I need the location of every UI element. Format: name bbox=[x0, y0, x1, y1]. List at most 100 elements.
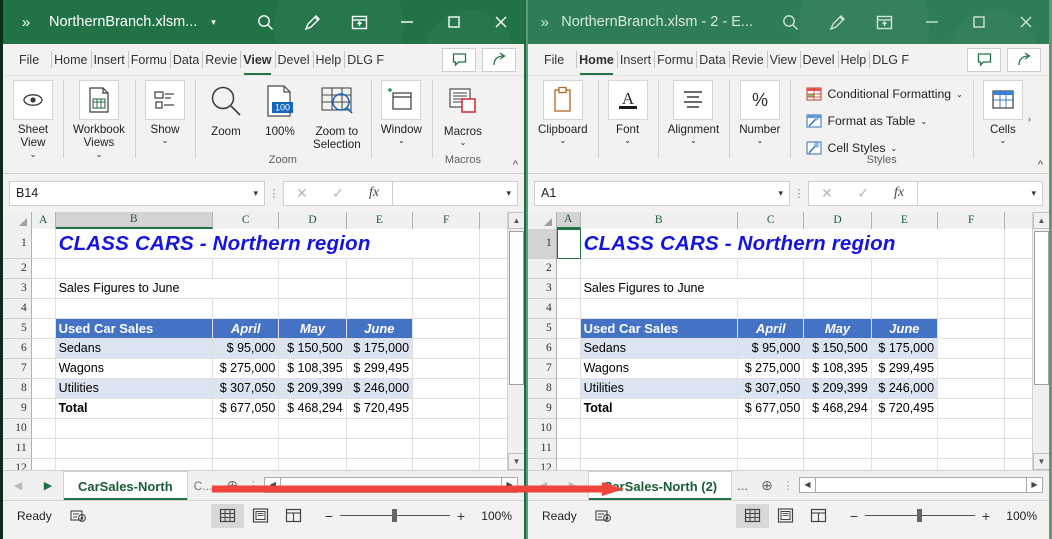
cell-F2[interactable] bbox=[413, 259, 480, 279]
cell-A5[interactable] bbox=[557, 319, 581, 339]
cell-F1[interactable] bbox=[413, 229, 480, 259]
cell-C8[interactable]: $ 307,050 bbox=[738, 379, 804, 399]
cell-C12[interactable] bbox=[738, 459, 804, 470]
cell-F6[interactable] bbox=[938, 339, 1005, 359]
row-header-5[interactable]: 5 bbox=[528, 319, 557, 339]
cell-B4[interactable] bbox=[56, 299, 213, 319]
cell-D2[interactable] bbox=[279, 259, 346, 279]
hscroll-left-icon[interactable]: ◀ bbox=[264, 477, 281, 493]
cell-F3[interactable] bbox=[938, 279, 1005, 299]
ribbon-tab-help[interactable]: Help bbox=[838, 44, 870, 75]
column-header-B[interactable]: B bbox=[56, 212, 213, 229]
share-icon[interactable] bbox=[1007, 48, 1041, 72]
cell-A11[interactable] bbox=[32, 439, 56, 459]
row-header-4[interactable]: 4 bbox=[3, 299, 32, 319]
page-break-preview-icon[interactable] bbox=[802, 504, 835, 528]
cell-D6[interactable]: $ 150,500 bbox=[804, 339, 871, 359]
sheet-next-icon[interactable]: ▶ bbox=[569, 479, 577, 492]
cell-F3[interactable] bbox=[413, 279, 480, 299]
ribbon-button-zoom-to-selection[interactable]: Zoom to Selection bbox=[307, 76, 367, 153]
sheet-prev-icon[interactable]: ◀ bbox=[14, 479, 22, 492]
cell-E2[interactable] bbox=[347, 259, 413, 279]
cell-C8[interactable]: $ 307,050 bbox=[213, 379, 279, 399]
hscroll-right-icon[interactable]: ▶ bbox=[501, 477, 518, 493]
select-all-corner[interactable] bbox=[528, 212, 557, 229]
close-icon[interactable] bbox=[1002, 0, 1049, 44]
hscroll-left-icon[interactable]: ◀ bbox=[799, 477, 816, 493]
sheet-nav-arrows[interactable]: ◀ ▶ bbox=[3, 471, 63, 500]
sheet-tab-carsales-north[interactable]: CarSales-North bbox=[63, 471, 188, 500]
cell-C3[interactable] bbox=[738, 279, 804, 299]
close-icon[interactable] bbox=[477, 0, 524, 44]
cell-C2[interactable] bbox=[213, 259, 279, 279]
chevron-down-icon[interactable]: ⌄ bbox=[891, 144, 898, 153]
ribbon-button-clipboard[interactable]: Clipboard ⌄ bbox=[532, 76, 594, 145]
vertical-scroll-thumb[interactable] bbox=[1034, 231, 1049, 385]
cell-C5[interactable]: April bbox=[213, 319, 279, 339]
cell-E3[interactable] bbox=[872, 279, 938, 299]
column-header-E[interactable]: E bbox=[347, 212, 413, 229]
cell-E5[interactable]: June bbox=[347, 319, 413, 339]
cell-D9[interactable]: $ 468,294 bbox=[804, 399, 871, 419]
ribbon-button-number[interactable]: % Number ⌄ bbox=[733, 76, 786, 145]
cell-E11[interactable] bbox=[347, 439, 413, 459]
chevron-down-icon[interactable]: ⌄ bbox=[690, 137, 697, 145]
ribbon-button-zoom[interactable]: Zoom bbox=[199, 76, 253, 139]
cell-E7[interactable]: $ 299,495 bbox=[347, 359, 413, 379]
cell-C6[interactable]: $ 95,000 bbox=[213, 339, 279, 359]
zoom-thumb[interactable] bbox=[917, 509, 922, 522]
maximize-icon[interactable] bbox=[955, 0, 1002, 44]
chevron-down-icon[interactable]: ⌄ bbox=[96, 151, 103, 159]
ribbon-button-100[interactable]: 100 100% bbox=[253, 76, 307, 139]
tab-split-handle[interactable]: ⋮ bbox=[246, 471, 260, 500]
row-header-12[interactable]: 12 bbox=[528, 459, 557, 470]
cell-A7[interactable] bbox=[557, 359, 581, 379]
page-layout-icon[interactable] bbox=[769, 504, 802, 528]
cell-E10[interactable] bbox=[872, 419, 938, 439]
cell-D12[interactable] bbox=[804, 459, 871, 470]
cell-F11[interactable] bbox=[938, 439, 1005, 459]
sheet-tab-overflow[interactable]: ... bbox=[732, 471, 753, 500]
chevron-down-icon[interactable]: ⌄ bbox=[162, 137, 169, 145]
cell-D10[interactable] bbox=[804, 419, 871, 439]
hscroll-track[interactable] bbox=[816, 477, 1026, 493]
sheet-nav-arrows[interactable]: ◀ ▶ bbox=[528, 471, 588, 500]
chevron-down-icon[interactable]: ⌄ bbox=[460, 139, 467, 147]
cell-F10[interactable] bbox=[938, 419, 1005, 439]
chevron-down-icon[interactable]: ⌄ bbox=[624, 137, 631, 145]
horizontal-scrollbar[interactable]: ◀ ▶ bbox=[795, 471, 1049, 500]
cell-A8[interactable] bbox=[557, 379, 581, 399]
cell-C4[interactable] bbox=[738, 299, 804, 319]
chevron-down-icon[interactable]: ⌄ bbox=[756, 137, 763, 145]
cell-D9[interactable]: $ 468,294 bbox=[279, 399, 346, 419]
ribbon-tab-insert[interactable]: Insert bbox=[91, 44, 128, 75]
cell-D5[interactable]: May bbox=[279, 319, 346, 339]
cell-E8[interactable]: $ 246,000 bbox=[347, 379, 413, 399]
expand-formula-bar-icon[interactable]: ▾ bbox=[506, 188, 511, 199]
ribbon-tab-insert[interactable]: Insert bbox=[617, 44, 654, 75]
ribbon-display-icon[interactable] bbox=[336, 0, 383, 44]
cell-D7[interactable]: $ 108,395 bbox=[804, 359, 871, 379]
cell-A8[interactable] bbox=[32, 379, 56, 399]
minimize-icon[interactable] bbox=[908, 0, 955, 44]
cell-A2[interactable] bbox=[557, 259, 581, 279]
vertical-scrollbar[interactable]: ▲ ▼ bbox=[507, 212, 524, 470]
chevron-down-icon[interactable]: ⌄ bbox=[956, 90, 963, 99]
cell-A1[interactable] bbox=[32, 229, 56, 259]
cell-D11[interactable] bbox=[804, 439, 871, 459]
formula-input[interactable]: ▾ bbox=[393, 181, 518, 206]
cell-F7[interactable] bbox=[413, 359, 480, 379]
ribbon-button-workbook-views[interactable]: Workbook Views ⌄ bbox=[67, 76, 131, 159]
cell-A3[interactable] bbox=[32, 279, 56, 299]
chevron-down-icon[interactable]: ⌄ bbox=[559, 137, 566, 145]
confirm-entry-icon[interactable]: ✓ bbox=[845, 182, 881, 205]
cell-A11[interactable] bbox=[557, 439, 581, 459]
ribbon-item-format-as-table[interactable]: Format as Table ⌄ bbox=[802, 109, 962, 133]
search-icon[interactable] bbox=[242, 0, 289, 44]
cell-B7[interactable]: Wagons bbox=[56, 359, 213, 379]
cell-C10[interactable] bbox=[738, 419, 804, 439]
chevron-down-icon[interactable]: ▾ bbox=[778, 188, 783, 199]
pen-icon[interactable] bbox=[814, 0, 861, 44]
cell-D4[interactable] bbox=[804, 299, 871, 319]
ribbon-button-sheet-view[interactable]: Sheet View ⌄ bbox=[7, 76, 59, 159]
